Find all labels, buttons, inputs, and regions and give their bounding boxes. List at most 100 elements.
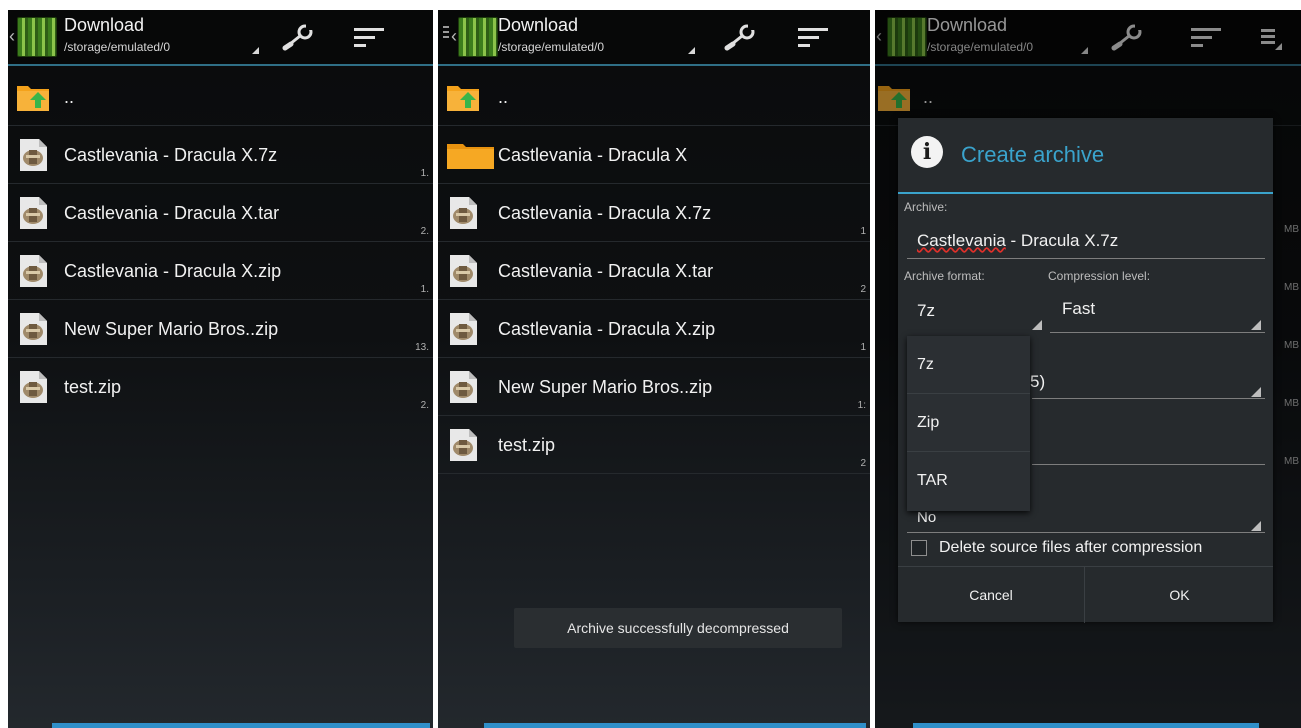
format-dropdown: 7z Zip TAR [907, 336, 1030, 511]
list-item[interactable]: Castlevania - Dracula X.tar 2. [8, 184, 433, 242]
file-manager-screen-3: ‹ Download /storage/emulated/0 .. MB MB … [875, 10, 1301, 728]
list-item[interactable]: New Super Mario Bros..zip 1: [438, 358, 870, 416]
file-name: .. [498, 87, 509, 107]
bottom-bar [484, 723, 866, 728]
file-size: 1: [857, 400, 866, 411]
file-size: 1 [860, 226, 866, 237]
compression-underline [1050, 332, 1265, 333]
dialog-header: i Create archive [898, 118, 1273, 194]
app-icon[interactable] [458, 17, 498, 57]
archive-file-icon [450, 429, 477, 461]
dropdown-option[interactable]: TAR [907, 452, 1030, 510]
dialog-buttons: Cancel OK [898, 566, 1273, 623]
archive-name-underline [907, 258, 1265, 259]
folder-path[interactable]: /storage/emulated/0 [64, 40, 170, 54]
spinner-arrow-icon [1251, 387, 1261, 397]
list-item[interactable]: test.zip 2 [438, 416, 870, 474]
sort-icon[interactable] [798, 25, 828, 49]
list-item[interactable]: test.zip 2. [8, 358, 433, 416]
delete-source-label: Delete source files after compression [939, 539, 1203, 556]
app-icon[interactable] [17, 17, 57, 57]
option-label: 7z [917, 356, 934, 373]
list-item[interactable]: Castlevania - Dracula X.7z 1 [438, 184, 870, 242]
file-name: Castlevania - Dracula X [498, 145, 688, 165]
archive-label: Archive: [904, 200, 948, 214]
file-list: .. Castlevania - Dracula X.7z 1. Castlev… [8, 68, 433, 416]
file-name: Castlevania - Dracula X.7z [498, 203, 712, 223]
list-item[interactable]: Castlevania - Dracula X [438, 126, 870, 184]
archive-file-icon [20, 255, 47, 287]
archive-name-rest: - Dracula X.7z [1005, 231, 1119, 250]
file-size: 2. [420, 226, 429, 237]
file-name: Castlevania - Dracula X.7z [64, 145, 278, 165]
archive-file-icon [450, 197, 477, 229]
file-name: test.zip [64, 377, 122, 397]
file-name: Castlevania - Dracula X.zip [498, 319, 716, 339]
folder-title[interactable]: Download [498, 15, 578, 36]
file-size: 2 [860, 458, 866, 469]
archive-file-icon [450, 313, 477, 345]
field-underline [1032, 398, 1265, 399]
field-underline [1032, 464, 1265, 465]
compression-spinner[interactable]: Fast [1062, 299, 1095, 319]
list-item[interactable]: New Super Mario Bros..zip 13. [8, 300, 433, 358]
folder-icon [447, 144, 494, 169]
file-size: 1 [860, 342, 866, 353]
format-spinner[interactable]: 7z [917, 301, 935, 321]
file-name: Castlevania - Dracula X.tar [64, 203, 280, 223]
list-item[interactable]: Castlevania - Dracula X.7z 1. [8, 126, 433, 184]
file-size: 13. [415, 342, 429, 353]
format-spinner-arrow-icon [1032, 320, 1042, 330]
spinner-indicator-icon [252, 47, 259, 54]
option-label: Zip [917, 414, 940, 431]
folder-path[interactable]: /storage/emulated/0 [498, 40, 604, 54]
folder-title[interactable]: Download [64, 15, 144, 36]
up-folder-icon [447, 86, 479, 111]
compression-spinner-arrow-icon [1251, 320, 1261, 330]
option-label: TAR [917, 472, 948, 489]
dialog-title: Create archive [961, 142, 1105, 167]
info-icon: i [911, 136, 943, 168]
list-item[interactable]: Castlevania - Dracula X.tar 2 [438, 242, 870, 300]
list-item[interactable]: .. [8, 68, 433, 126]
create-archive-dialog: i Create archive Archive: Castlevania - … [898, 118, 1273, 623]
encrypt-underline [907, 532, 1265, 533]
archive-file-icon [20, 139, 47, 171]
sort-icon[interactable] [354, 25, 384, 49]
up-caret-icon[interactable]: ‹ [451, 26, 457, 46]
encrypt-spinner[interactable]: No [917, 509, 936, 526]
file-name: Castlevania - Dracula X.zip [64, 261, 282, 281]
archive-file-icon [20, 313, 47, 345]
file-size: 2. [420, 400, 429, 411]
archive-name-field[interactable]: Castlevania - Dracula X.7z [917, 231, 1118, 251]
toast-message: Archive successfully decompressed [514, 608, 842, 648]
list-item[interactable]: Castlevania - Dracula X.zip 1 [438, 300, 870, 358]
delete-source-checkbox[interactable] [911, 540, 927, 556]
hidden-spinner-value[interactable]: 5) [1030, 372, 1045, 392]
cancel-button[interactable]: Cancel [898, 567, 1085, 623]
file-size: 1. [420, 168, 429, 179]
overflow-menu-icon[interactable] [441, 24, 451, 44]
list-item[interactable]: Castlevania - Dracula X.zip 1. [8, 242, 433, 300]
file-size: 1. [420, 284, 429, 295]
list-item[interactable]: .. [438, 68, 870, 126]
ok-button[interactable]: OK [1086, 567, 1273, 623]
file-name: New Super Mario Bros..zip [498, 377, 713, 397]
compression-label: Compression level: [1048, 269, 1151, 283]
misspelled-word: Castlevania [917, 231, 1006, 250]
format-label: Archive format: [904, 269, 985, 283]
bottom-bar [52, 723, 430, 728]
encrypt-spinner-arrow-icon [1251, 521, 1261, 531]
wrench-icon[interactable] [282, 24, 318, 52]
file-list: .. Castlevania - Dracula X Castlevania -… [438, 68, 870, 474]
archive-file-icon [20, 197, 47, 229]
up-caret-icon[interactable]: ‹ [9, 26, 15, 46]
wrench-icon[interactable] [724, 24, 760, 52]
up-folder-icon [17, 86, 49, 111]
file-manager-screen-1: ‹ Download /storage/emulated/0 .. Castle… [8, 10, 433, 728]
file-name: Castlevania - Dracula X.tar [498, 261, 714, 281]
dropdown-option[interactable]: Zip [907, 394, 1030, 452]
dropdown-option[interactable]: 7z [907, 336, 1030, 394]
file-name: test.zip [498, 435, 556, 455]
archive-file-icon [450, 255, 477, 287]
